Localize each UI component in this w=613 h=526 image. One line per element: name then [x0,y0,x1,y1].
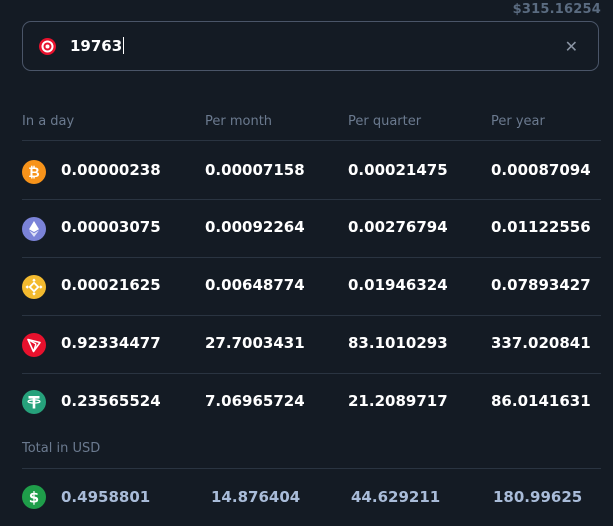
value-month: 0.00648774 [205,276,305,294]
value-quarter: 0.01946324 [348,276,448,294]
value-day: 0.23565524 [61,392,161,410]
value-day: 0.92334477 [61,334,161,352]
value-quarter: 21.2089717 [348,392,448,410]
value-year: 0.01122556 [491,218,591,236]
value-month: 7.06965724 [205,392,305,410]
total-quarter: 44.629211 [351,488,441,506]
svg-text:₿: ₿ [28,165,39,181]
total-month: 14.876404 [211,488,301,506]
dollar-icon: $ [22,485,46,509]
value-quarter: 83.1010293 [348,334,448,352]
search-input[interactable]: 19763 [70,35,124,57]
value-day: 0.00003075 [61,218,161,236]
value-year: 0.07893427 [491,276,591,294]
column-header-day: In a day [22,114,75,129]
table-row: ₿ 0.00000238 0.00007158 0.00021475 0.000… [0,141,613,198]
total-label: Total in USD [22,441,101,456]
value-month: 27.7003431 [205,334,305,352]
tron-icon [22,333,46,357]
total-row: $ 0.4958801 14.876404 44.629211 180.9962… [0,469,613,526]
bnb-icon [22,275,46,299]
search-field[interactable]: 19763 ✕ [22,21,599,71]
value-year: 0.00087094 [491,161,591,179]
column-header-year: Per year [491,114,545,129]
table-row: 0.92334477 27.7003431 83.1010293 337.020… [0,316,613,373]
value-day: 0.00000238 [61,161,161,179]
value-month: 0.00007158 [205,161,305,179]
tether-icon [22,390,46,414]
clear-icon[interactable]: ✕ [565,37,578,57]
total-day: 0.4958801 [61,488,151,506]
bitcoin-icon: ₿ [22,160,46,184]
table-row: 0.23565524 7.06965724 21.2089717 86.0141… [0,374,613,431]
table-row: 0.00003075 0.00092264 0.00276794 0.01122… [0,200,613,257]
column-header-month: Per month [205,114,273,129]
svg-text:$: $ [29,489,39,507]
value-quarter: 0.00276794 [348,218,448,236]
column-header-quarter: Per quarter [348,114,422,129]
value-month: 0.00092264 [205,218,305,236]
value-day: 0.00021625 [61,276,161,294]
total-year: 180.99625 [493,488,583,506]
selected-coin-icon[interactable] [39,38,56,55]
value-year: 337.020841 [491,334,591,352]
value-quarter: 0.00021475 [348,161,448,179]
ethereum-icon [22,217,46,241]
table-row: 0.00021625 0.00648774 0.01946324 0.07893… [0,258,613,315]
balance-amount: $315.16254 [512,2,601,17]
value-year: 86.0141631 [491,392,591,410]
